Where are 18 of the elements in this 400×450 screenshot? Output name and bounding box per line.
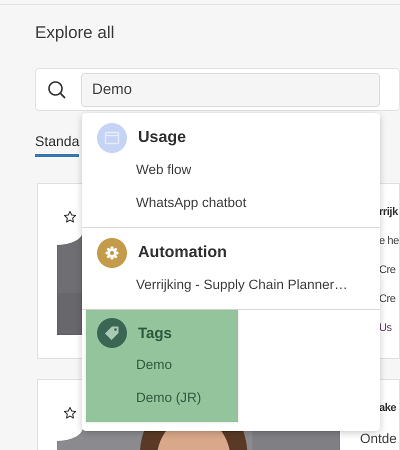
- card-title: rrijk: [379, 205, 399, 219]
- card-text: Cre: [379, 292, 397, 306]
- group-heading: Tags: [138, 324, 172, 342]
- menu-item[interactable]: WhatsApp chatbot: [82, 186, 380, 219]
- menu-item[interactable]: Web flow: [82, 153, 380, 186]
- group-heading: Automation: [138, 244, 227, 262]
- menu-item[interactable]: Demo (JR): [86, 381, 238, 414]
- search-field[interactable]: Demo: [81, 72, 380, 106]
- search-icon[interactable]: [47, 80, 67, 100]
- menu-item[interactable]: Verrijking - Supply Chain Planner…: [82, 268, 380, 301]
- menu-item[interactable]: Demo: [86, 348, 238, 381]
- group-heading: Usage: [138, 129, 186, 147]
- card-text: Cre: [379, 263, 397, 277]
- card-title: ake: [379, 401, 397, 415]
- page-title: Explore all: [35, 22, 116, 44]
- tab[interactable]: Standa: [35, 129, 80, 157]
- card-text: Ontde: [360, 430, 397, 448]
- card-link[interactable]: Us: [379, 321, 399, 335]
